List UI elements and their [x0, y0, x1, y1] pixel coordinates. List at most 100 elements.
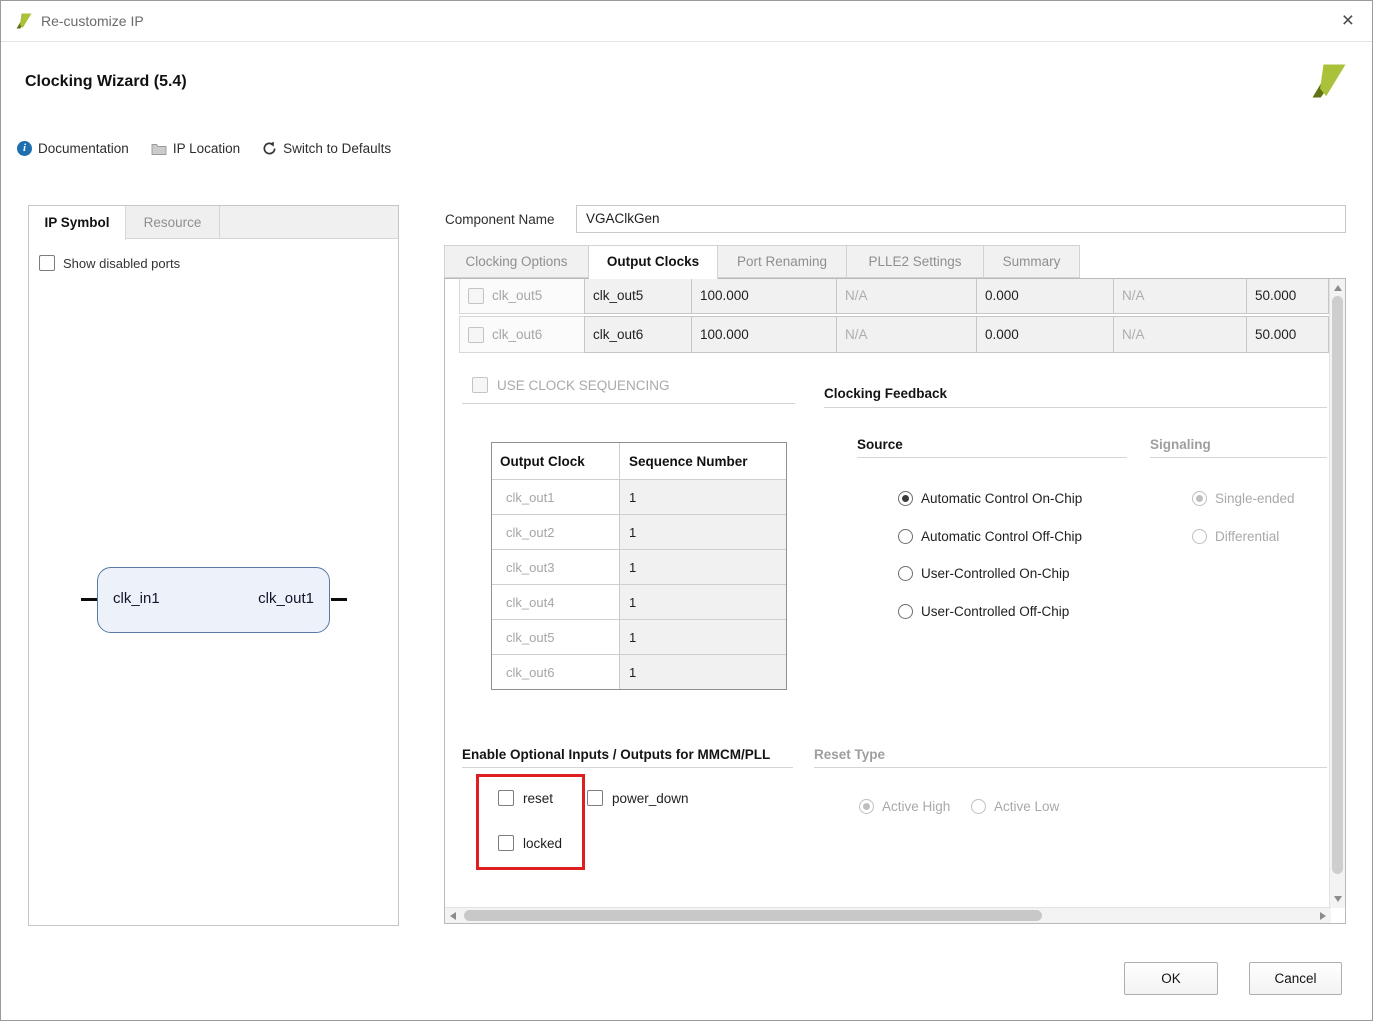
radio-label: Automatic Control On-Chip	[921, 490, 1083, 506]
tab-summary[interactable]: Summary	[984, 245, 1080, 278]
reset-type-title: Reset Type	[814, 747, 886, 762]
reset-label: reset	[523, 790, 554, 806]
use-clock-sequencing-label: USE CLOCK SEQUENCING	[497, 377, 670, 393]
table-row: clk_out2 1	[492, 514, 786, 549]
clk-out1-pin	[331, 598, 347, 601]
source-label: Source	[857, 437, 903, 452]
radio-icon[interactable]	[898, 565, 913, 581]
clock-name: clk_out4	[506, 594, 555, 610]
table-row-clk-out5: clk_out5 clk_out5 100.000 N/A 0.000 N/A …	[445, 279, 1331, 314]
table-row: clk_out4 1	[492, 584, 786, 619]
clock-name: clk_out1	[506, 489, 555, 505]
clk-out6-phase-actual: N/A	[1113, 316, 1247, 353]
xilinx-logo	[1312, 64, 1346, 98]
radio-label: Differential	[1215, 528, 1280, 544]
left-tab-strip: IP Symbol Resource	[29, 206, 398, 240]
clocking-feedback-title: Clocking Feedback	[824, 386, 948, 401]
sequence-number-field: 1	[619, 655, 786, 689]
locked-checkbox[interactable]: locked	[498, 835, 562, 851]
power-down-label: power_down	[612, 790, 689, 806]
tab-output-clocks[interactable]: Output Clocks	[589, 245, 718, 279]
highlight-annotation	[476, 774, 585, 870]
scroll-right-icon[interactable]	[1320, 912, 1326, 920]
tab-plle2-settings[interactable]: PLLE2 Settings	[847, 245, 984, 278]
switch-to-defaults-button[interactable]: Switch to Defaults	[262, 141, 391, 156]
divider	[824, 407, 1327, 408]
checkbox-icon[interactable]	[39, 255, 55, 271]
refresh-icon	[263, 141, 276, 154]
ip-location-button[interactable]: IP Location	[151, 141, 240, 156]
clk-out6-port-label: clk_out6	[492, 327, 543, 342]
sequence-number-field: 1	[619, 550, 786, 584]
use-clock-sequencing-checkbox: USE CLOCK SEQUENCING	[472, 377, 670, 393]
clk-out6-phase-field: 0.000	[976, 316, 1114, 353]
radio-icon[interactable]	[898, 490, 913, 506]
checkbox-icon[interactable]	[498, 835, 514, 851]
radio-automatic-control-on-chip[interactable]: Automatic Control On-Chip	[898, 490, 1082, 506]
clk-out5-freq-actual: N/A	[836, 279, 977, 314]
sequence-number-field: 1	[619, 620, 786, 654]
reset-checkbox[interactable]: reset	[498, 790, 553, 806]
vertical-scrollbar[interactable]	[1329, 279, 1345, 908]
close-icon[interactable]: ×	[1338, 1, 1358, 42]
clk-out6-checkbox[interactable]	[468, 326, 484, 343]
tab-ip-symbol[interactable]: IP Symbol	[29, 206, 126, 240]
sequence-number-field: 1	[619, 515, 786, 549]
sequence-table-header: Output Clock Sequence Number	[492, 443, 786, 479]
radio-label: Active High	[882, 798, 951, 814]
clock-name: clk_out6	[506, 664, 555, 680]
title-bar: Re-customize IP ×	[1, 1, 1372, 42]
clk-out6-name-field: clk_out6	[584, 316, 692, 353]
checkbox-icon	[472, 377, 488, 393]
scroll-left-icon[interactable]	[450, 912, 456, 920]
radio-label: Active Low	[994, 798, 1060, 814]
radio-label: User-Controlled On-Chip	[921, 565, 1070, 581]
clk-out5-phase-actual: N/A	[1113, 279, 1247, 314]
optional-io-title: Enable Optional Inputs / Outputs for MMC…	[462, 747, 771, 762]
tab-resource[interactable]: Resource	[126, 206, 220, 238]
radio-icon	[971, 798, 986, 814]
tab-clocking-options[interactable]: Clocking Options	[444, 245, 589, 278]
radio-user-controlled-off-chip[interactable]: User-Controlled Off-Chip	[898, 603, 1069, 619]
clk-out5-freq-field: 100.000	[691, 279, 837, 314]
documentation-button[interactable]: i Documentation	[17, 140, 129, 156]
power-down-checkbox[interactable]: power_down	[587, 790, 689, 806]
documentation-label: Documentation	[38, 140, 129, 156]
clk-out6-freq-actual: N/A	[836, 316, 977, 353]
radio-active-low: Active Low	[971, 798, 1059, 814]
radio-icon	[1192, 490, 1207, 506]
component-name-label: Component Name	[445, 212, 555, 227]
scroll-up-icon[interactable]	[1334, 285, 1342, 291]
show-disabled-ports-checkbox[interactable]: Show disabled ports	[39, 255, 180, 271]
vertical-scroll-thumb[interactable]	[1332, 296, 1343, 874]
ip-location-label: IP Location	[172, 140, 241, 156]
sequence-number-field: 1	[619, 585, 786, 619]
locked-label: locked	[523, 835, 563, 851]
ip-symbol-diagram: clk_in1 clk_out1	[97, 567, 330, 633]
horizontal-scrollbar[interactable]	[445, 907, 1331, 923]
checkbox-icon[interactable]	[587, 790, 603, 806]
col-sequence-number: Sequence Number	[629, 453, 748, 469]
cancel-button[interactable]: Cancel	[1249, 962, 1342, 995]
horizontal-scroll-thumb[interactable]	[464, 910, 1042, 921]
radio-icon[interactable]	[898, 528, 913, 544]
divider	[462, 767, 793, 768]
scroll-down-icon[interactable]	[1334, 896, 1342, 902]
radio-automatic-control-off-chip[interactable]: Automatic Control Off-Chip	[898, 528, 1082, 544]
radio-icon[interactable]	[898, 603, 913, 619]
clk-in1-pin	[81, 598, 97, 601]
tab-port-renaming[interactable]: Port Renaming	[718, 245, 847, 278]
switch-to-defaults-label: Switch to Defaults	[283, 140, 392, 156]
radio-icon	[1192, 528, 1207, 544]
ok-button[interactable]: OK	[1124, 962, 1218, 995]
clk-out5-enable-cell: clk_out5	[459, 279, 585, 314]
clk-out6-duty-field: 50.000	[1246, 316, 1329, 353]
radio-active-high: Active High	[859, 798, 950, 814]
divider	[462, 403, 795, 404]
clk-out5-checkbox[interactable]	[468, 287, 484, 304]
settings-tab-strip: Clocking Options Output Clocks Port Rena…	[444, 245, 1080, 279]
component-name-input[interactable]: VGAClkGen	[576, 205, 1346, 233]
radio-user-controlled-on-chip[interactable]: User-Controlled On-Chip	[898, 565, 1070, 581]
table-row: clk_out6 1	[492, 654, 786, 689]
checkbox-icon[interactable]	[498, 790, 514, 806]
